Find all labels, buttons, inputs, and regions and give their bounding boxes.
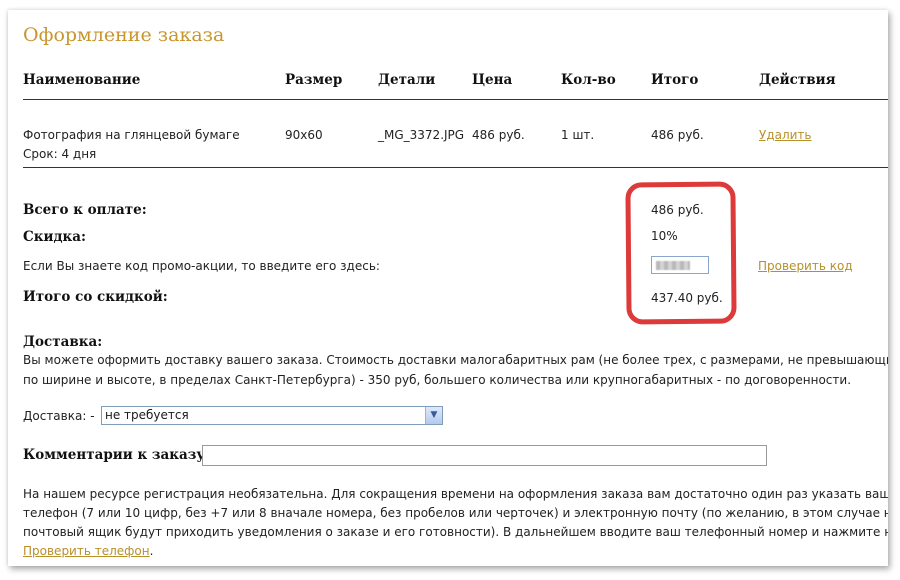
delete-link[interactable]: Удалить — [759, 128, 812, 142]
comments-input[interactable] — [202, 445, 767, 466]
delivery-description-line1: Вы можете оформить доставку вашего заказ… — [23, 353, 888, 367]
column-header-size: Размер — [285, 72, 343, 88]
product-name: Фотография на глянцевой бумаге — [23, 128, 240, 142]
column-header-price: Цена — [472, 72, 513, 88]
discounted-total-label: Итого со скидкой: — [23, 289, 168, 305]
order-panel: Оформление заказа Наименование Размер Де… — [8, 10, 888, 566]
promo-code-prompt: Если Вы знаете код промо-акции, то введи… — [23, 259, 380, 273]
check-code-link[interactable]: Проверить код — [758, 259, 853, 273]
info-period: . — [149, 544, 154, 558]
chevron-down-icon[interactable]: ▼ — [425, 407, 442, 424]
total-label: Всего к оплате: — [23, 202, 147, 218]
column-header-actions: Действия — [759, 72, 836, 88]
product-price: 486 руб. — [472, 128, 525, 142]
info-line1: На нашем ресурсе регистрация необязатель… — [23, 487, 888, 501]
product-total: 486 руб. — [651, 128, 704, 142]
column-header-quantity: Кол-во — [561, 72, 616, 88]
delivery-select-value: не требуется — [105, 408, 189, 422]
delivery-select-label: Доставка: - — [23, 409, 95, 423]
comments-label: Комментарии к заказу: — [23, 447, 211, 463]
highlight-annotation — [625, 181, 737, 325]
info-line3: почтовый ящик будут приходить уведомлени… — [23, 525, 888, 539]
header-divider — [23, 99, 888, 100]
row-divider — [23, 167, 888, 168]
discount-label: Скидка: — [23, 229, 86, 245]
info-line4: Проверить телефон. — [23, 541, 153, 561]
product-details: _MG_3372.JPG — [378, 128, 465, 142]
page-title: Оформление заказа — [23, 24, 225, 46]
check-phone-link[interactable]: Проверить телефон — [23, 544, 150, 558]
delivery-description-line2: по ширине и высоте, в пределах Санкт-Пет… — [23, 373, 852, 387]
delivery-heading: Доставка: — [23, 334, 103, 350]
product-size: 90x60 — [285, 128, 323, 142]
product-quantity: 1 шт. — [561, 128, 595, 142]
delivery-select[interactable]: не требуется ▼ — [101, 406, 443, 425]
column-header-details: Детали — [378, 72, 436, 88]
column-header-name: Наименование — [23, 72, 141, 88]
info-line2: телефон (7 или 10 цифр, без +7 или 8 вна… — [23, 506, 888, 520]
column-header-total: Итого — [651, 72, 699, 88]
product-term: Срок: 4 дня — [23, 147, 97, 161]
